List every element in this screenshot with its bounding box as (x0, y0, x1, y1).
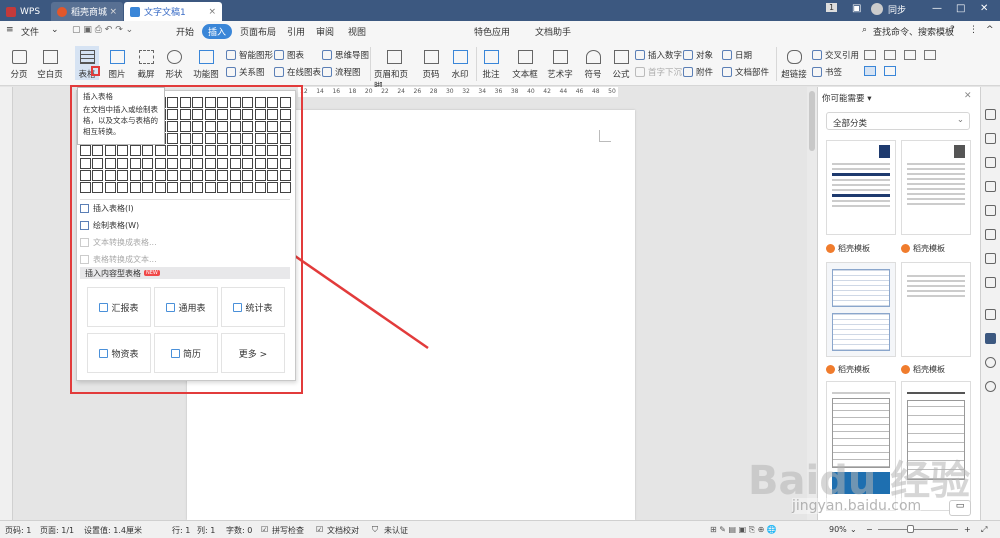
template-label: 稻壳模板 (901, 364, 945, 375)
template-label: 稻壳模板 (826, 243, 870, 254)
zoom-out-icon[interactable]: − (866, 525, 873, 534)
template-card[interactable] (826, 262, 896, 357)
template-label: 稻壳模板 (901, 243, 945, 254)
chat-icon[interactable]: ▭ (949, 500, 971, 516)
shapes-icon[interactable] (985, 157, 996, 168)
document-icon[interactable] (985, 205, 996, 216)
panel-title[interactable]: 你可能需要 ▾ (822, 92, 871, 104)
chevron-down-icon: ⌄ (956, 115, 964, 125)
docer-icon (901, 244, 910, 253)
edit-icon[interactable] (985, 109, 996, 120)
spell-check[interactable]: 拼写检查 (272, 525, 304, 536)
zoom-slider[interactable] (878, 529, 958, 530)
settings-icon[interactable] (985, 181, 996, 192)
status-page: 页码: 1 (5, 526, 32, 535)
status-row: 行: 1 (172, 526, 191, 535)
baidu-watermark-url: jingyan.baidu.com (792, 498, 922, 514)
category-select[interactable]: 全部分类 ⌄ (826, 112, 970, 130)
table-thumbnail (832, 313, 890, 351)
word-count[interactable]: 字数: 0 (226, 525, 252, 536)
dropdown-highlight-box (70, 85, 303, 394)
docer-icon (826, 244, 835, 253)
view-mode-icons[interactable]: ⊞ ✎ ▤ ▣ ⎘ ⊕ 🌐 (710, 525, 777, 535)
close-panel-icon[interactable]: ✕ (964, 91, 972, 101)
photo-thumbnail (954, 145, 965, 158)
spell-check-icon[interactable]: ☑ (261, 525, 268, 534)
history-icon[interactable] (985, 357, 996, 368)
photo-thumbnail (879, 145, 890, 158)
proofread-icon[interactable]: ☑ (316, 525, 323, 534)
scroll-thumb[interactable] (809, 91, 815, 151)
shield-icon: ⛉ (372, 525, 378, 534)
image-icon[interactable] (985, 309, 996, 320)
auth-status[interactable]: 未认证 (384, 525, 408, 536)
side-toolbar (980, 87, 1000, 520)
zoom-in-icon[interactable]: + (964, 525, 971, 534)
status-col: 列: 1 (197, 526, 216, 535)
zoom-slider-thumb[interactable] (907, 525, 914, 533)
template-panel-icon[interactable] (985, 333, 996, 344)
layers-icon[interactable] (985, 277, 996, 288)
table-thumbnail (832, 269, 890, 307)
status-pages: 页面: 1/1 (40, 526, 75, 535)
help-icon[interactable] (985, 381, 996, 392)
docer-icon (826, 365, 835, 374)
zoom-dropdown-icon[interactable]: ⌄ (850, 525, 857, 534)
proofread[interactable]: 文档校对 (327, 525, 359, 536)
template-card[interactable] (826, 140, 896, 235)
status-setting: 设置值: 1.4厘米 (84, 526, 142, 535)
docer-icon (901, 365, 910, 374)
status-bar: 页码: 1 页面: 1/1 设置值: 1.4厘米 行: 1 列: 1 字数: 0… (0, 520, 1000, 538)
cursor-icon[interactable] (985, 133, 996, 144)
navigation-icon[interactable] (985, 253, 996, 264)
star-icon[interactable] (985, 229, 996, 240)
template-card[interactable] (901, 262, 971, 357)
template-card[interactable] (901, 140, 971, 235)
zoom-level[interactable]: 90% (829, 525, 847, 534)
template-label: 稻壳模板 (826, 364, 870, 375)
fullscreen-icon[interactable]: ⤢ (981, 525, 987, 535)
